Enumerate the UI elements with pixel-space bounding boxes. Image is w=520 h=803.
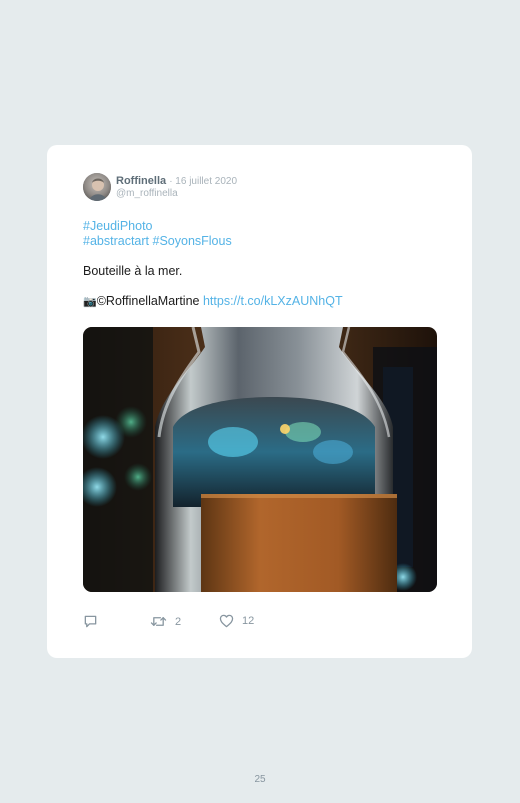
camera-icon: 📷 (83, 296, 97, 308)
hashtags-block: #JeudiPhoto #abstractart #SoyonsFlous (83, 219, 232, 249)
page-number: 25 (254, 774, 266, 785)
retweet-button[interactable]: 2 (150, 614, 181, 629)
like-button[interactable]: 12 (219, 614, 254, 628)
tweet-date[interactable]: · 16 juillet 2020 (169, 176, 237, 187)
heart-icon (219, 614, 234, 628)
tweet-photo[interactable] (83, 327, 437, 592)
hashtag-jeudiphoto[interactable]: #JeudiPhoto (83, 219, 153, 233)
reply-button[interactable] (83, 614, 98, 629)
author-handle[interactable]: @m_roffinella (116, 188, 178, 199)
hashtag-soyonsflous[interactable]: #SoyonsFlous (153, 234, 232, 248)
hashtag-abstractart[interactable]: #abstractart (83, 234, 149, 248)
tweet-actions: 2 12 (83, 614, 323, 630)
retweet-count: 2 (175, 615, 182, 628)
avatar-image (83, 173, 111, 201)
retweet-icon (150, 614, 167, 629)
author-name[interactable]: Roffinella (116, 175, 166, 187)
author-line: Roffinella · 16 juillet 2020 (116, 175, 237, 187)
copyright-credit: ©RoffinellaMartine (96, 294, 200, 308)
like-count: 12 (242, 615, 255, 627)
bottle-photo (83, 327, 437, 592)
tweet-link[interactable]: https://t.co/kLXzAUNhQT (203, 294, 343, 308)
tweet-text: Bouteille à la mer. (83, 264, 183, 278)
credit-line: 📷©RoffinellaMartine https://t.co/kLXzAUN… (83, 294, 343, 308)
tweet-card: Roffinella · 16 juillet 2020 @m_roffinel… (47, 145, 472, 658)
reply-icon (83, 614, 98, 629)
avatar[interactable] (83, 173, 111, 201)
